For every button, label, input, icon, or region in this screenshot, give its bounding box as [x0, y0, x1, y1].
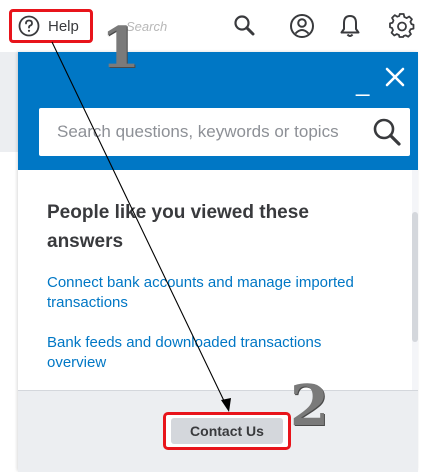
help-panel: _ People like you viewed these answers C…: [18, 52, 418, 472]
suggested-answers-heading: People like you viewed these answers: [47, 202, 309, 252]
answer-link-connect-bank[interactable]: Connect bank accounts and manage importe…: [47, 273, 377, 313]
minimize-button[interactable]: _: [356, 72, 369, 96]
search-icon[interactable]: [372, 117, 402, 147]
help-label: Help: [48, 17, 79, 35]
help-button[interactable]: Help: [9, 9, 93, 43]
bell-icon[interactable]: [337, 13, 363, 39]
contact-us-highlight: Contact Us: [163, 412, 291, 450]
user-icon[interactable]: [289, 13, 315, 39]
answer-link-bank-feeds[interactable]: Bank feeds and downloaded transactions o…: [47, 333, 377, 373]
contact-us-button[interactable]: Contact Us: [171, 418, 283, 444]
step-number-2: 2: [290, 373, 329, 439]
help-search-input[interactable]: [55, 121, 369, 143]
scrollbar-thumb[interactable]: [412, 212, 418, 342]
question-circle-icon: [18, 15, 40, 37]
help-search-box: [39, 108, 410, 156]
search-icon[interactable]: [232, 13, 258, 39]
close-icon[interactable]: [384, 66, 406, 88]
step-number-1: 1: [101, 15, 140, 81]
help-content: People like you viewed these answers Con…: [18, 170, 418, 390]
page-background-strip: [0, 52, 18, 152]
help-panel-header: _: [18, 52, 418, 170]
top-toolbar: Help Search: [0, 0, 430, 52]
gear-icon[interactable]: [389, 13, 415, 39]
